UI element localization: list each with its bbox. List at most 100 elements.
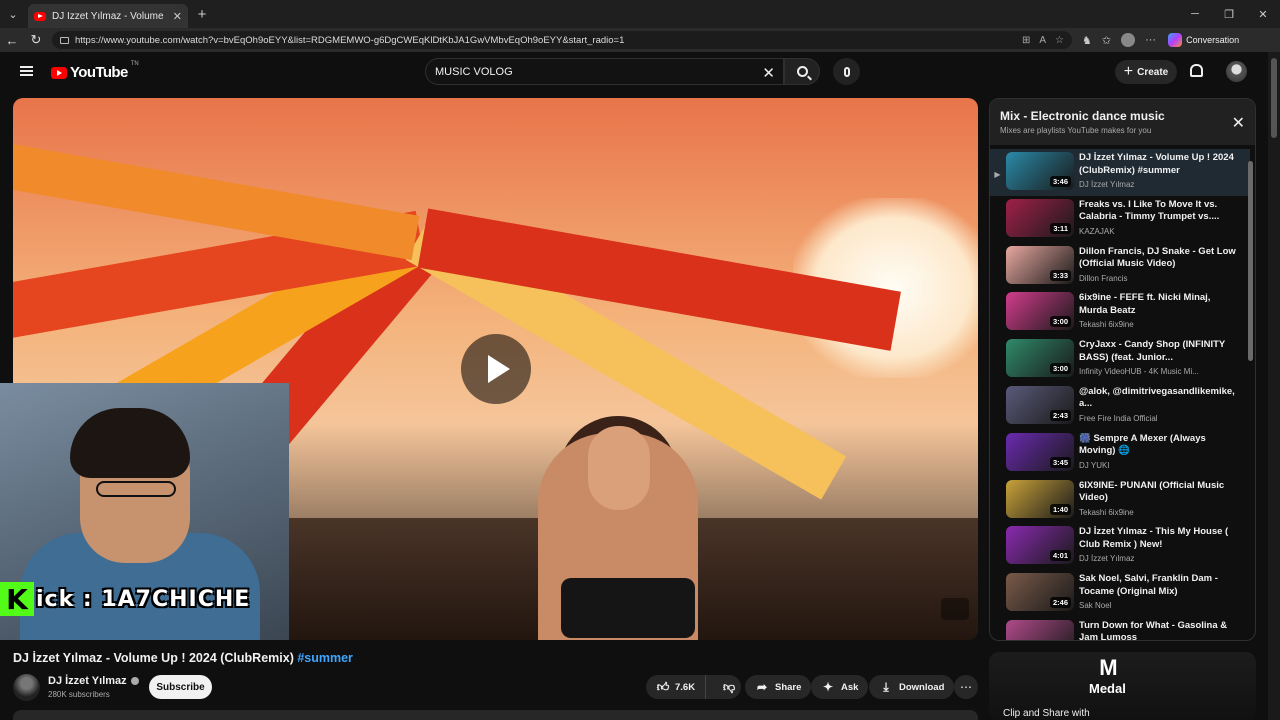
video-title: DJ İzzet Yılmaz - Volume Up ! 2024 (Club… <box>13 651 353 665</box>
playlist-item-title[interactable]: Freaks vs. I Like To Move It vs. Calabri… <box>1079 199 1239 224</box>
refresh-icon[interactable]: ↻ <box>24 32 48 48</box>
playlist-item-thumbnail[interactable]: 3:46 <box>1006 152 1074 190</box>
download-arrow-icon: ⤓ <box>883 679 889 694</box>
playlist-item[interactable]: 1:40 6IX9INE- PUNANI (Official Music Vide… <box>990 477 1250 524</box>
playlist-item-title[interactable]: DJ İzzet Yılmaz - Volume Up ! 2024 (Club… <box>1079 152 1239 177</box>
playlist-item-thumbnail[interactable]: 4:01 <box>1006 526 1074 565</box>
playlist-item-title[interactable]: Turn Down for What - Gasolina & Jam Lumo… <box>1079 620 1239 640</box>
search-button[interactable] <box>784 58 820 85</box>
back-arrow-icon[interactable]: ← <box>0 33 24 48</box>
medal-logo: M Medal <box>1089 655 1126 696</box>
playlist-item[interactable]: 3:00 6ix9ine - FEFE ft. Nicki Minaj, Murd… <box>990 289 1250 336</box>
copilot-conversation-button[interactable]: Conversation <box>1168 33 1239 47</box>
tab-list-chevron-icon[interactable]: ⌄ <box>0 0 26 28</box>
playlist-item-title[interactable]: 6IX9INE- PUNANI (Official Music Video) <box>1079 480 1239 505</box>
subscribe-button[interactable]: Subscribe <box>149 675 212 699</box>
playlist-item-title[interactable]: CryJaxx - Candy Shop (INFINITY BASS) (fe… <box>1079 339 1239 364</box>
search-input[interactable] <box>435 65 755 78</box>
playlist-item-title[interactable]: Dillon Francis, DJ Snake - Get Low (Offi… <box>1079 246 1239 271</box>
window-close-icon[interactable]: ✕ <box>1246 8 1280 21</box>
playlist-item-thumbnail[interactable]: 3:11 <box>1006 198 1074 237</box>
playlist-item[interactable]: ▶ 3:46 DJ İzzet Yılmaz - Volume Up ! 2024 … <box>990 149 1250 196</box>
voice-search-button[interactable] <box>833 58 860 85</box>
channel-name[interactable]: DJ İzzet Yılmaz <box>48 675 139 687</box>
facecam-hair <box>70 408 190 478</box>
playlist-item-title[interactable]: Sak Noel, Salvi, Franklin Dam - Tocame (… <box>1079 573 1239 598</box>
like-button[interactable]: 👍︎ 7.6K <box>646 675 707 699</box>
url-field[interactable]: https://www.youtube.com/watch?v=bvEqOh9o… <box>52 31 1072 49</box>
channel-name-text: DJ İzzet Yılmaz <box>48 675 127 687</box>
playlist-item-meta: 🎆 Sempre A Mexer (Always Moving) 🌐 DJ YUK… <box>1079 433 1239 470</box>
browser-tab-youtube[interactable]: DJ İzzet Yılmaz - Volume Up ! 2024 ✕ <box>28 4 188 28</box>
playlist-item[interactable]: 2:43 @alok, @dimitrivegasandlikemike, a..… <box>990 383 1250 430</box>
channel-avatar[interactable] <box>13 674 40 701</box>
playlist-item-title[interactable]: @alok, @dimitrivegasandlikemike, a... <box>1079 386 1239 411</box>
restore-icon[interactable]: ❐ <box>1212 8 1246 21</box>
address-bar-row: ← ↻ https://www.youtube.com/watch?v=bvEq… <box>0 28 1280 52</box>
playlist-title[interactable]: Mix - Electronic dance music <box>1000 109 1247 123</box>
playlist-item[interactable]: 3:11 Freaks vs. I Like To Move It vs. Cal… <box>990 196 1250 243</box>
account-avatar[interactable] <box>1226 61 1247 82</box>
favorite-star-icon[interactable]: ☆ <box>1055 35 1064 46</box>
playlist-item-thumbnail[interactable] <box>1006 619 1074 640</box>
playlist-item[interactable]: 3:00 CryJaxx - Candy Shop (INFINITY BASS)… <box>990 336 1250 383</box>
hashtag-link[interactable]: #summer <box>297 651 353 665</box>
page-scrollbar-thumb[interactable] <box>1271 58 1277 138</box>
playlist-scrollbar[interactable] <box>1248 151 1253 640</box>
playlist-item[interactable]: Turn Down for What - Gasolina & Jam Lumo… <box>990 617 1250 640</box>
playlist-item-thumbnail[interactable]: 3:45 <box>1006 432 1074 471</box>
create-button[interactable]: + Create <box>1115 60 1177 84</box>
share-arrow-icon: ➦ <box>756 680 768 694</box>
playlist-item-channel: Tekashi 6ix9ine <box>1079 507 1134 517</box>
playlist-item-title[interactable]: 6ix9ine - FEFE ft. Nicki Minaj, Murda Be… <box>1079 292 1239 317</box>
playlist-item[interactable]: 2:46 Sak Noel, Salvi, Franklin Dam - Toca… <box>990 570 1250 617</box>
translate-icon[interactable]: A <box>1039 35 1046 46</box>
playlist-item[interactable]: 3:45 🎆 Sempre A Mexer (Always Moving) 🌐 DJ… <box>990 430 1250 477</box>
playlist-item-duration: 2:46 <box>1049 597 1071 609</box>
more-actions-icon[interactable]: ⋯ <box>954 675 978 699</box>
playlist-item-title[interactable]: 🎆 Sempre A Mexer (Always Moving) 🌐 <box>1079 433 1239 458</box>
playlist-item-index <box>990 620 1005 638</box>
new-tab-plus-icon[interactable]: + <box>188 6 216 23</box>
ask-label: Ask <box>841 681 859 693</box>
clear-search-icon[interactable]: ✕ <box>762 64 775 82</box>
page-scrollbar[interactable] <box>1268 52 1280 720</box>
extension-icon[interactable]: ♞ <box>1082 34 1092 47</box>
playlist-item[interactable]: 4:01 DJ İzzet Yılmaz - This My House ( Cl… <box>990 523 1250 570</box>
playlist-item-thumbnail[interactable]: 3:00 <box>1006 339 1074 378</box>
playlist-item[interactable]: 3:33 Dillon Francis, DJ Snake - Get Low (… <box>990 243 1250 290</box>
tab-close-icon[interactable]: ✕ <box>173 10 182 23</box>
description-box-edge <box>13 710 978 720</box>
playlist-item-meta: 6ix9ine - FEFE ft. Nicki Minaj, Murda Be… <box>1079 292 1239 329</box>
playlist-item-thumbnail[interactable]: 3:33 <box>1006 245 1074 284</box>
youtube-logo[interactable]: YouTube TN <box>51 61 139 81</box>
notifications-bell-icon[interactable] <box>1190 64 1203 77</box>
thumbs-up-icon: 👍︎ <box>656 679 670 694</box>
hamburger-menu-icon[interactable] <box>20 66 33 76</box>
playlist-item-index <box>990 339 1005 357</box>
close-playlist-icon[interactable]: ✕ <box>1232 113 1245 133</box>
app-install-icon[interactable]: ⊞ <box>1022 35 1030 46</box>
playlist-item-thumbnail[interactable]: 2:46 <box>1006 573 1074 612</box>
playlist-item-thumbnail[interactable]: 1:40 <box>1006 479 1074 518</box>
more-menu-icon[interactable]: ··· <box>1145 34 1156 46</box>
playlist-item-index <box>990 199 1005 217</box>
play-button-icon[interactable] <box>461 334 531 404</box>
site-info-icon[interactable] <box>60 36 69 44</box>
ask-button[interactable]: ✦ Ask <box>811 675 869 699</box>
playlist-items: ▶ 3:46 DJ İzzet Yılmaz - Volume Up ! 2024 … <box>990 149 1250 640</box>
playlist-item-title[interactable]: DJ İzzet Yılmaz - This My House ( Club R… <box>1079 526 1239 551</box>
dislike-button[interactable]: 👎︎ <box>712 680 746 694</box>
playlist-item-thumbnail[interactable]: 3:00 <box>1006 292 1074 331</box>
medal-promo[interactable]: M Medal Clip and Share with <box>989 652 1256 720</box>
playlist-item-thumbnail[interactable]: 2:43 <box>1006 385 1074 424</box>
playlist-item-channel: Dillon Francis <box>1079 273 1128 283</box>
playlist-scrollbar-thumb[interactable] <box>1248 161 1253 361</box>
share-button[interactable]: ➦ Share <box>745 675 812 699</box>
download-button[interactable]: ⤓ Download <box>869 675 955 699</box>
copilot-icon <box>1168 33 1183 47</box>
playlist-item-duration: 1:40 <box>1049 503 1071 515</box>
minimize-icon[interactable]: ─ <box>1178 8 1212 21</box>
favorites-icon[interactable]: ✩ <box>1102 34 1111 47</box>
profile-avatar[interactable] <box>1121 33 1136 47</box>
